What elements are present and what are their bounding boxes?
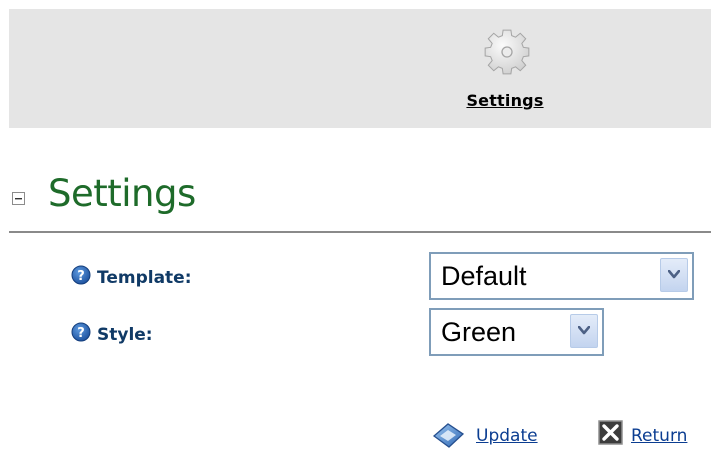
template-select-value: Default bbox=[441, 261, 527, 291]
toolbar-settings-label[interactable]: Settings bbox=[445, 91, 565, 110]
template-label: Template: bbox=[97, 268, 192, 288]
template-select[interactable]: Default bbox=[429, 252, 694, 300]
chevron-down-icon[interactable] bbox=[570, 314, 598, 348]
return-button[interactable]: Return bbox=[598, 420, 708, 450]
update-button[interactable]: Update bbox=[430, 420, 552, 450]
svg-text:?: ? bbox=[77, 269, 85, 284]
update-icon bbox=[430, 420, 466, 454]
style-select[interactable]: Green bbox=[429, 308, 604, 356]
style-label: Style: bbox=[97, 325, 153, 345]
collapse-minus-icon[interactable] bbox=[12, 190, 25, 205]
form-row-style: ? Style: Green bbox=[9, 308, 711, 356]
close-icon bbox=[598, 420, 624, 450]
toolbar: Settings bbox=[9, 9, 711, 128]
form-row-template: ? Template: Default bbox=[9, 252, 711, 300]
update-link[interactable]: Update bbox=[476, 426, 538, 446]
chevron-down-icon[interactable] bbox=[660, 258, 688, 292]
help-icon[interactable]: ? bbox=[71, 265, 91, 285]
section-divider bbox=[9, 231, 711, 233]
gear-icon bbox=[481, 25, 533, 79]
style-select-value: Green bbox=[441, 317, 517, 347]
help-icon[interactable]: ? bbox=[71, 322, 91, 342]
return-link[interactable]: Return bbox=[631, 426, 687, 446]
section-header: Settings bbox=[9, 160, 711, 232]
section-title: Settings bbox=[48, 172, 196, 215]
toolbar-settings-button[interactable]: Settings bbox=[445, 25, 565, 125]
svg-text:?: ? bbox=[77, 326, 85, 341]
